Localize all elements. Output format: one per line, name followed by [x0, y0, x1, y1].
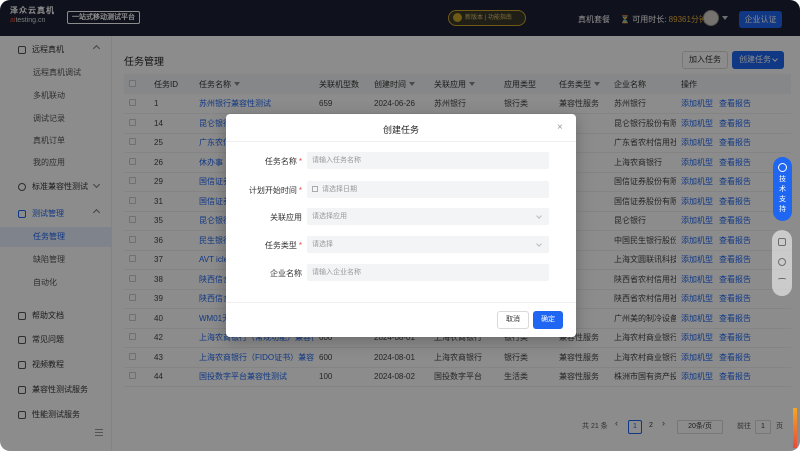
cancel-button[interactable]: 取消 — [497, 311, 529, 329]
phone-icon[interactable] — [778, 258, 786, 266]
app-select[interactable]: 请选择应用 — [307, 208, 549, 225]
float-toolbar — [772, 230, 792, 296]
app-window: 泽众云真机 aitesting.cn 一站式移动测试平台 新版本 | 功能指南 … — [0, 0, 800, 451]
back-to-top-icon[interactable] — [778, 278, 786, 286]
task-type-select[interactable]: 请选择 — [307, 236, 549, 253]
tech-support-button[interactable]: 技术支持 — [773, 157, 792, 221]
tech-support-label: 技术支持 — [779, 176, 786, 213]
dialog-title: 创建任务 — [382, 125, 419, 135]
calendar-icon — [312, 186, 318, 192]
chat-icon[interactable] — [778, 238, 786, 246]
scroll-accent — [793, 408, 797, 448]
confirm-button[interactable]: 确定 — [533, 311, 563, 329]
task-name-label: 任务名称 * — [264, 157, 302, 166]
headset-icon — [778, 163, 787, 172]
create-task-dialog: 创建任务 × 任务名称 * 请输入任务名称 计划开始时间 * 请选择日期 关联应用 … — [226, 114, 576, 337]
chevron-down-icon — [536, 213, 542, 219]
close-icon[interactable]: × — [557, 122, 563, 133]
divider — [226, 302, 576, 303]
company-label: 企业名称 — [270, 269, 302, 278]
start-date-label: 计划开始时间 * — [248, 186, 302, 195]
chevron-down-icon — [536, 241, 542, 247]
divider — [226, 141, 576, 142]
task-type-label: 任务类型 * — [264, 241, 302, 250]
task-name-input[interactable]: 请输入任务名称 — [307, 152, 549, 169]
start-date-picker[interactable]: 请选择日期 — [307, 181, 549, 198]
app-label: 关联应用 — [270, 213, 302, 222]
company-input[interactable]: 请输入企业名称 — [307, 264, 549, 281]
